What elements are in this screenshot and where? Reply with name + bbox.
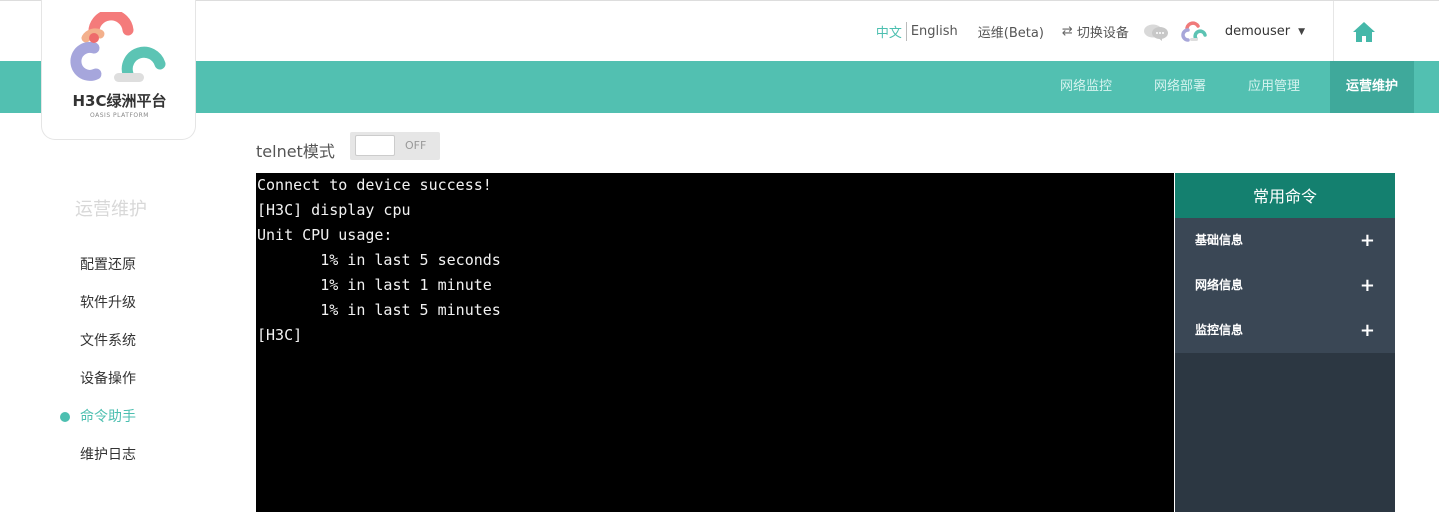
toggle-state-text: OFF (405, 139, 427, 152)
nav-links: 网络监控 网络部署 应用管理 运营维护 (1034, 61, 1414, 113)
terminal-line: [H3C] display cpu (257, 201, 411, 219)
oasis-cloud-logo-icon (70, 12, 166, 82)
terminal-line: Unit CPU usage: (257, 226, 393, 244)
header-actions: 中文 English 运维(Beta) ⇄ 切换设备 demouser ▼ (876, 1, 1439, 62)
sidebar-item-software-upgrade[interactable]: 软件升级 (60, 284, 136, 322)
terminal-line: 1% in last 1 minute (257, 276, 492, 294)
sidebar-title: 运营维护 (75, 199, 147, 220)
cloud-logo-icon[interactable] (1179, 20, 1209, 44)
command-group-monitor-info[interactable]: 监控信息 + (1175, 308, 1395, 353)
home-button[interactable] (1333, 1, 1394, 62)
nav-item-operations[interactable]: 运营维护 (1329, 61, 1414, 113)
plus-icon[interactable]: + (1360, 263, 1375, 308)
caret-down-icon: ▼ (1298, 26, 1305, 37)
plus-icon[interactable]: + (1360, 308, 1375, 353)
ops-beta-link[interactable]: 运维(Beta) (978, 22, 1044, 41)
terminal-line: 1% in last 5 seconds (257, 251, 501, 269)
sidebar-item-maintenance-log[interactable]: 维护日志 (60, 436, 136, 474)
switch-arrows-icon: ⇄ (1061, 24, 1073, 39)
command-group-label: 监控信息 (1195, 323, 1244, 337)
sidebar-item-label: 维护日志 (80, 447, 136, 463)
telnet-toggle[interactable]: OFF (350, 132, 440, 160)
command-group-basic-info[interactable]: 基础信息 + (1175, 218, 1395, 263)
sidebar-item-label: 设备操作 (80, 371, 136, 387)
lang-en-link[interactable]: English (907, 24, 958, 39)
sidebar-item-config-restore[interactable]: 配置还原 (60, 246, 136, 284)
brand-subtitle: OASIS PLATFORM (90, 112, 149, 119)
switch-device-button[interactable]: ⇄ 切换设备 (1062, 22, 1129, 41)
top-bar: 中文 English 运维(Beta) ⇄ 切换设备 demouser ▼ (0, 0, 1439, 62)
nav-item-app-management[interactable]: 应用管理 (1232, 61, 1316, 113)
sidebar-item-device-operations[interactable]: 设备操作 (60, 360, 136, 398)
sidebar-item-label: 文件系统 (80, 333, 136, 349)
sidebar-menu: 配置还原 软件升级 文件系统 设备操作 命令助手 维护日志 (60, 246, 136, 474)
nav-item-network-deploy[interactable]: 网络部署 (1138, 61, 1222, 113)
sidebar-item-label: 配置还原 (80, 257, 136, 273)
sidebar-item-file-system[interactable]: 文件系统 (60, 322, 136, 360)
toggle-knob (355, 135, 395, 156)
chat-bubbles-icon[interactable] (1143, 23, 1169, 41)
command-group-label: 基础信息 (1195, 233, 1244, 247)
nav-item-network-monitor[interactable]: 网络监控 (1044, 61, 1128, 113)
sidebar-item-label: 命令助手 (80, 409, 136, 425)
terminal-line: [H3C] (257, 326, 303, 344)
terminal-line: Connect to device success! (257, 176, 492, 194)
telnet-mode-label: telnet模式 (256, 142, 335, 161)
command-group-network-info[interactable]: 网络信息 + (1175, 263, 1395, 308)
lang-zh-link[interactable]: 中文 (876, 22, 907, 41)
terminal-console[interactable]: Connect to device success! [H3C] display… (256, 173, 1174, 512)
plus-icon[interactable]: + (1360, 218, 1375, 263)
terminal-line: 1% in last 5 minutes (257, 301, 501, 319)
user-menu[interactable]: demouser ▼ (1225, 24, 1305, 39)
sidebar-item-label: 软件升级 (80, 295, 136, 311)
common-commands-title: 常用命令 (1175, 173, 1395, 218)
language-switcher: 中文 English (876, 22, 958, 41)
home-icon (1353, 21, 1375, 42)
switch-device-label: 切换设备 (1076, 26, 1129, 41)
username: demouser (1224, 24, 1291, 39)
common-commands-panel: 常用命令 基础信息 + 网络信息 + 监控信息 + (1175, 173, 1395, 512)
brand-name: H3C绿洲平台 (72, 92, 167, 110)
main-nav: 网络监控 网络部署 应用管理 运营维护 (0, 61, 1439, 113)
command-group-label: 网络信息 (1195, 278, 1244, 292)
active-indicator-dot (60, 412, 70, 422)
command-groups: 基础信息 + 网络信息 + 监控信息 + (1175, 218, 1395, 353)
sidebar-item-command-assistant[interactable]: 命令助手 (60, 398, 136, 436)
brand-logo[interactable]: H3C绿洲平台 OASIS PLATFORM (41, 0, 196, 140)
